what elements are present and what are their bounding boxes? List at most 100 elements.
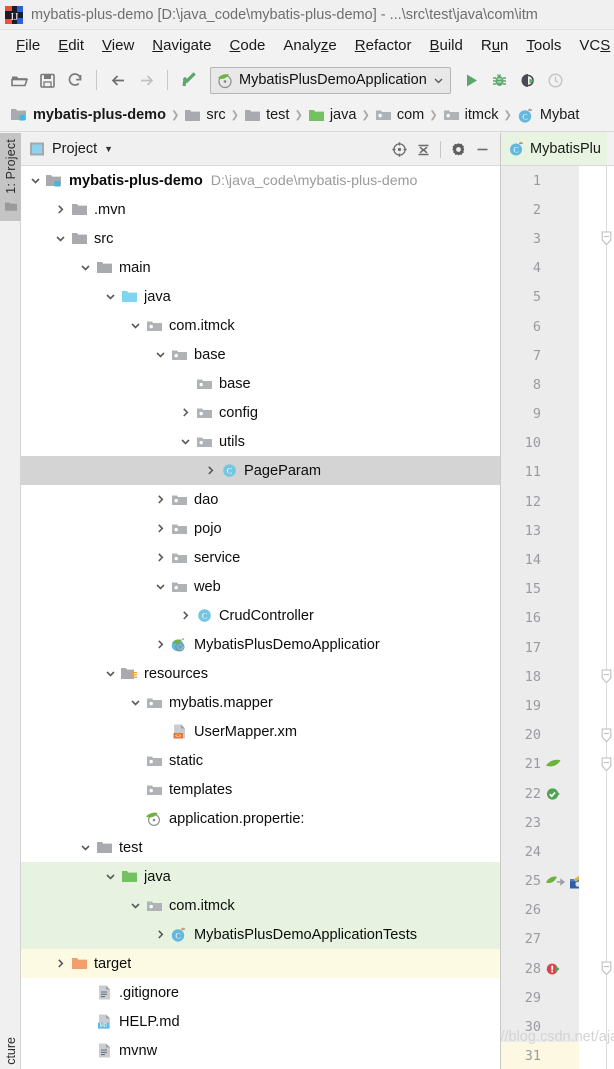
chevron-down-icon[interactable]: [102, 868, 119, 885]
chevron-down-icon[interactable]: [102, 665, 119, 682]
tree-node-com-itmck[interactable]: com.itmck: [21, 311, 500, 340]
chevron-down-icon[interactable]: [433, 75, 444, 86]
gutter-line-6[interactable]: 6: [501, 312, 579, 341]
save-all-icon[interactable]: [34, 67, 60, 93]
chevron-down-icon[interactable]: [52, 230, 69, 247]
gutter-line-13[interactable]: 13: [501, 516, 579, 545]
gutter-line-28[interactable]: 28: [501, 954, 579, 983]
menu-item-analyze[interactable]: Analyze: [274, 35, 345, 56]
breadcrumb-item-mybatis-plus-demo[interactable]: mybatis-plus-demo: [10, 107, 166, 123]
gutter-line-7[interactable]: 7: [501, 341, 579, 370]
tree-node-mybatisplusdemoapplicationtests[interactable]: C MybatisPlusDemoApplicationTests: [21, 920, 500, 949]
tab-mybatisplusdemoapplicationtests[interactable]: C MybatisPlu: [501, 132, 607, 165]
chevron-down-icon[interactable]: [152, 578, 169, 595]
gutter-line-22[interactable]: 22: [501, 779, 579, 808]
chevron-right-icon[interactable]: [177, 404, 194, 421]
breadcrumb-item-test[interactable]: test: [244, 107, 289, 123]
breadcrumb-item-mybat[interactable]: C Mybat: [517, 107, 579, 124]
menu-item-edit[interactable]: Edit: [49, 35, 93, 56]
chevron-down-icon[interactable]: [127, 694, 144, 711]
tree-node-base[interactable]: base: [21, 369, 500, 398]
tree-node-crudcontroller[interactable]: C CrudController: [21, 601, 500, 630]
tree-node-static[interactable]: static: [21, 746, 500, 775]
fold-marker-line-18[interactable]: [600, 669, 614, 684]
menu-item-navigate[interactable]: Navigate: [143, 35, 220, 56]
run-with-coverage-icon[interactable]: [515, 67, 541, 93]
gutter-line-18[interactable]: 18: [501, 662, 579, 691]
chevron-down-icon[interactable]: [152, 346, 169, 363]
chevron-right-icon[interactable]: [152, 636, 169, 653]
tree-node-src[interactable]: src: [21, 224, 500, 253]
gutter-line-9[interactable]: 9: [501, 400, 579, 429]
fold-marker-line-21[interactable]: [600, 757, 614, 772]
gutter-line-31[interactable]: 31: [501, 1041, 579, 1069]
sync-icon[interactable]: [62, 67, 88, 93]
gutter-line-15[interactable]: 15: [501, 575, 579, 604]
chevron-down-icon[interactable]: [127, 897, 144, 914]
gutter-line-8[interactable]: 8: [501, 370, 579, 399]
gutter-line-23[interactable]: 23: [501, 808, 579, 837]
chevron-right-icon[interactable]: [152, 926, 169, 943]
failed-test-red-icon[interactable]: [545, 961, 564, 977]
menu-item-run[interactable]: Run: [472, 35, 518, 56]
gutter-line-4[interactable]: 4: [501, 254, 579, 283]
chevron-down-icon[interactable]: [77, 839, 94, 856]
tree-node-base[interactable]: base: [21, 340, 500, 369]
tree-node--gitignore[interactable]: .gitignore: [21, 978, 500, 1007]
fold-marker-line-20[interactable]: [600, 728, 614, 743]
code-area[interactable]: https://blog.csdn.net/ajax_mck: [501, 166, 614, 1069]
menu-item-view[interactable]: View: [93, 35, 143, 56]
gutter-line-14[interactable]: 14: [501, 545, 579, 574]
gutter-line-30[interactable]: 30: [501, 1012, 579, 1041]
sidebar-item-structure[interactable]: cture: [0, 1037, 21, 1065]
chevron-right-icon[interactable]: [152, 549, 169, 566]
gear-settings-icon[interactable]: [446, 137, 470, 161]
gutter-line-3[interactable]: 3: [501, 224, 579, 253]
gutter-line-5[interactable]: 5: [501, 283, 579, 312]
gutter-line-2[interactable]: 2: [501, 195, 579, 224]
tree-node-web[interactable]: web: [21, 572, 500, 601]
tree-node-dao[interactable]: dao: [21, 485, 500, 514]
tree-node-usermapper-xm[interactable]: <> UserMapper.xm: [21, 717, 500, 746]
chevron-down-icon[interactable]: ▼: [104, 144, 113, 154]
fold-column[interactable]: [600, 166, 614, 1069]
tree-node-mvnw-cmd[interactable]: mvnw.cmd: [21, 1065, 500, 1069]
tree-node-application-propertie-[interactable]: application.propertie:: [21, 804, 500, 833]
open-project-icon[interactable]: [6, 67, 32, 93]
gutter-marker-group[interactable]: [545, 961, 564, 977]
gutter-marker-group[interactable]: [545, 757, 562, 772]
menu-item-refactor[interactable]: Refactor: [346, 35, 421, 56]
chevron-down-icon[interactable]: [102, 288, 119, 305]
gutter-line-25[interactable]: 25: [501, 867, 586, 896]
tree-node-test[interactable]: test: [21, 833, 500, 862]
gutter-line-10[interactable]: 10: [501, 429, 579, 458]
profile-icon[interactable]: [543, 67, 569, 93]
project-tree[interactable]: mybatis-plus-demo D:\java_code\mybatis-pl…: [21, 166, 500, 1069]
collapse-all-icon[interactable]: [411, 137, 435, 161]
tree-node-config[interactable]: config: [21, 398, 500, 427]
chevron-right-icon[interactable]: [52, 201, 69, 218]
tree-node-resources[interactable]: resources: [21, 659, 500, 688]
chevron-down-icon[interactable]: [177, 433, 194, 450]
sidebar-item-project[interactable]: 1: Project: [0, 133, 21, 221]
fold-marker-line-3[interactable]: [600, 231, 614, 246]
run-icon[interactable]: [459, 67, 485, 93]
menu-item-build[interactable]: Build: [420, 35, 471, 56]
forward-arrow-icon[interactable]: [133, 67, 159, 93]
tree-node-pageparam[interactable]: C PageParam: [21, 456, 500, 485]
run-configuration-selector[interactable]: MybatisPlusDemoApplication: [210, 66, 451, 94]
menu-item-tools[interactable]: Tools: [517, 35, 570, 56]
gutter-marker-group[interactable]: [545, 786, 564, 802]
tree-node-mvnw[interactable]: mvnw: [21, 1036, 500, 1065]
back-arrow-icon[interactable]: [105, 67, 131, 93]
gutter-line-16[interactable]: 16: [501, 604, 579, 633]
chevron-down-icon[interactable]: [77, 259, 94, 276]
chevron-right-icon[interactable]: [152, 520, 169, 537]
tree-node-help-md[interactable]: MD HELP.md: [21, 1007, 500, 1036]
run-test-green-icon[interactable]: [545, 786, 564, 802]
menu-item-file[interactable]: File: [7, 35, 49, 56]
gutter-line-21[interactable]: 21: [501, 750, 579, 779]
tree-node-templates[interactable]: templates: [21, 775, 500, 804]
menu-item-code[interactable]: Code: [221, 35, 275, 56]
gutter-line-1[interactable]: 1: [501, 166, 579, 195]
